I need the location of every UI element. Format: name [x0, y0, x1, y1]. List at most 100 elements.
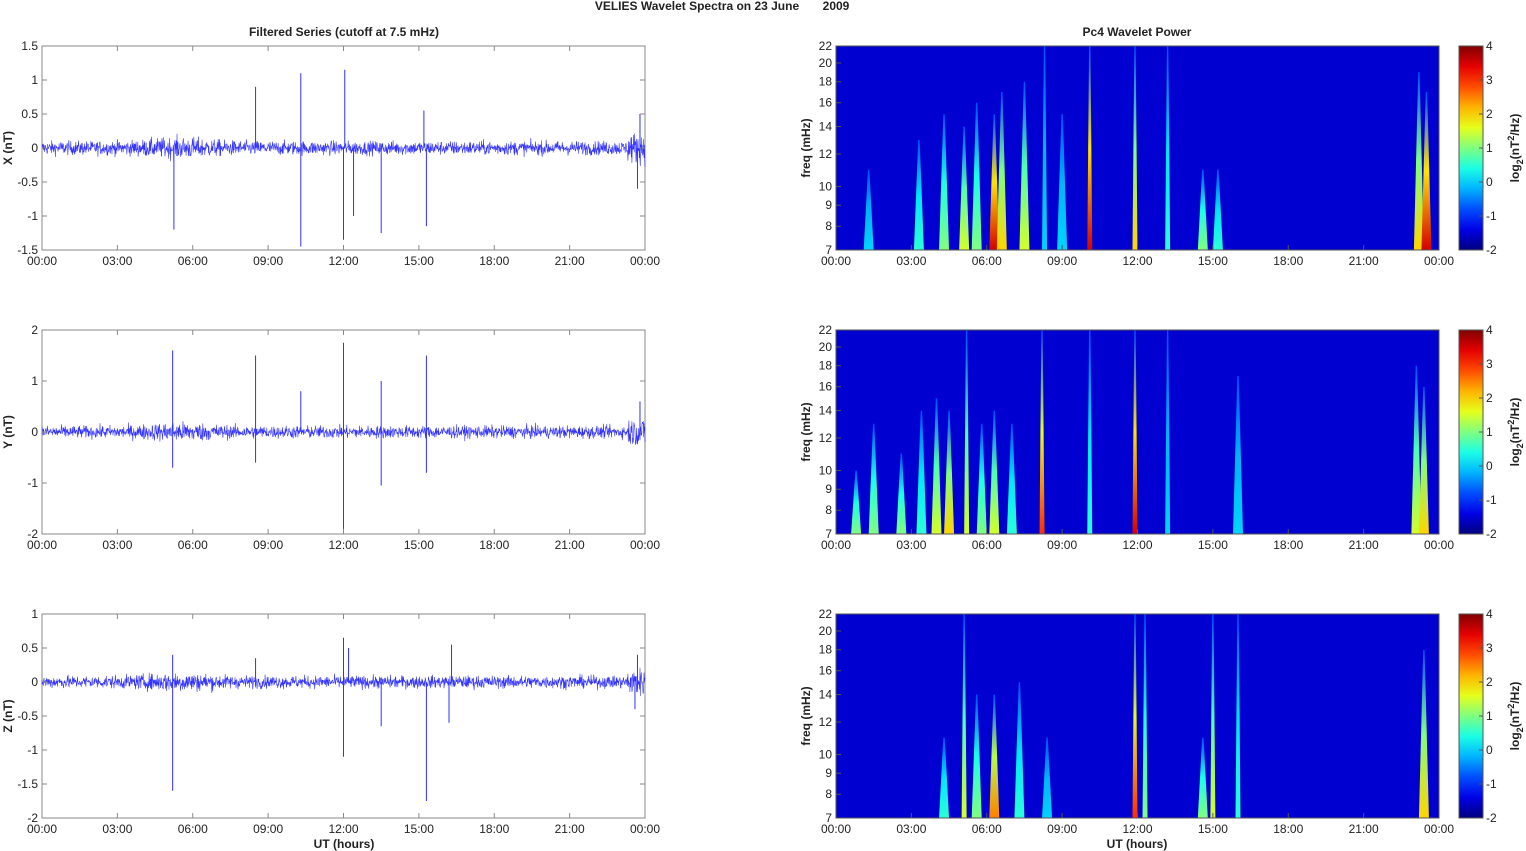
right-xlabel: UT (hours) [1107, 837, 1168, 851]
right-title: Pc4 Wavelet Power [1083, 25, 1192, 39]
x-tick-label: 18:00 [1273, 822, 1303, 836]
freq-tick-label: 14 [819, 688, 833, 702]
colorbar: -2 -1 0 1 2 3 4 log2(nT2/Hz) [1458, 607, 1525, 825]
x-tick-label: 21:00 [1349, 254, 1379, 268]
freq-axis-label: freq (mHz) [799, 118, 813, 177]
x-tick-label: 06:00 [178, 538, 208, 552]
freq-tick-label: 10 [819, 179, 833, 193]
x-tick-label: 00:00 [821, 822, 851, 836]
y-tick-label: -1.5 [17, 777, 38, 791]
spectrogram-x: 7891012141618202200:00 03:00 06:00 09:00 12:… [799, 39, 1454, 268]
y-tick-label: -0.5 [17, 709, 38, 723]
freq-tick-label: 20 [819, 624, 833, 638]
x-tick-label: 00:00 [27, 822, 57, 836]
x-tick-label: 12:00 [328, 822, 358, 836]
x-tick-label: 18:00 [1273, 254, 1303, 268]
x-tick-label: 00:00 [630, 538, 660, 552]
freq-axis-label: freq (mHz) [799, 686, 813, 745]
x-tick-label: 18:00 [479, 254, 509, 268]
x-tick-label: 06:00 [178, 254, 208, 268]
spectrogram-background [836, 46, 1439, 250]
colorbar-tick-label: 0 [1486, 743, 1493, 757]
timeseries-plot-x: -1.5-1-0.500.511.500:00 03:00 06:00 09:00 12… [1, 39, 660, 268]
colorbar-tick-label: -1 [1486, 777, 1497, 791]
x-tick-label: 00:00 [27, 254, 57, 268]
x-tick-label: 09:00 [253, 822, 283, 836]
x-tick-label: 00:00 [1424, 538, 1454, 552]
freq-tick-label: 12 [819, 147, 833, 161]
freq-tick-label: 10 [819, 747, 833, 761]
freq-tick-label: 16 [819, 664, 833, 678]
colorbar-tick-label: 2 [1486, 391, 1493, 405]
freq-tick-label: 12 [819, 431, 833, 445]
x-tick-label: 12:00 [1122, 822, 1152, 836]
x-tick-label: 03:00 [896, 822, 926, 836]
y-tick-label: 1 [31, 607, 38, 621]
colorbar-label: log2(nT2/Hz) [1506, 398, 1525, 467]
freq-tick-label: 9 [825, 766, 832, 780]
timeseries-plot-z: -2-1.5-1-0.500.5100:00 03:00 06:00 09:00 12:… [1, 607, 660, 836]
colorbar-tick-label: -1 [1486, 493, 1497, 507]
spectrogram-background [836, 614, 1439, 818]
x-tick-label: 15:00 [1198, 822, 1228, 836]
freq-tick-label: 14 [819, 404, 833, 418]
left-title: Filtered Series (cutoff at 7.5 mHz) [249, 25, 439, 39]
freq-tick-label: 22 [819, 607, 833, 621]
x-tick-label: 06:00 [972, 254, 1002, 268]
colorbar-tick-label: 1 [1486, 425, 1493, 439]
panel-y: -2-101200:00 03:00 06:00 09:00 12:00 15:00 18:… [1, 323, 1525, 552]
y-tick-label: 1 [31, 73, 38, 87]
freq-tick-label: 18 [819, 643, 833, 657]
x-tick-label: 15:00 [1198, 254, 1228, 268]
y-tick-label: 1 [31, 374, 38, 388]
y-tick-label: -1 [27, 476, 38, 490]
x-tick-label: 09:00 [1047, 538, 1077, 552]
x-tick-label: 15:00 [404, 538, 434, 552]
freq-tick-label: 9 [825, 482, 832, 496]
freq-tick-label: 22 [819, 323, 833, 337]
freq-axis-label: freq (mHz) [799, 402, 813, 461]
x-tick-label: 00:00 [1424, 254, 1454, 268]
colorbar: -2 -1 0 1 2 3 4 log2(nT2/Hz) [1458, 323, 1525, 541]
spectrogram-y: 7891012141618202200:00 03:00 06:00 09:00 12:… [799, 323, 1454, 552]
spectrogram-background [836, 330, 1439, 534]
freq-tick-label: 8 [825, 219, 832, 233]
freq-tick-label: 18 [819, 75, 833, 89]
x-tick-label: 09:00 [1047, 254, 1077, 268]
x-tick-label: 03:00 [102, 538, 132, 552]
x-tick-label: 15:00 [1198, 538, 1228, 552]
colorbar-tick-label: 1 [1486, 141, 1493, 155]
left-xlabel: UT (hours) [314, 837, 375, 851]
freq-tick-label: 20 [819, 56, 833, 70]
colorbar: -2 -1 0 1 2 3 4 log2(nT2/Hz) [1458, 39, 1525, 257]
y-tick-label: 0.5 [21, 107, 38, 121]
x-tick-label: 15:00 [404, 254, 434, 268]
colorbar-tick-label: 4 [1486, 323, 1493, 337]
x-tick-label: 18:00 [479, 538, 509, 552]
freq-tick-label: 9 [825, 198, 832, 212]
colorbar-tick-label: 2 [1486, 107, 1493, 121]
x-tick-label: 21:00 [555, 822, 585, 836]
figure: VELIES Wavelet Spectra on 23 June 2009 F… [1, 0, 1525, 851]
x-tick-label: 06:00 [178, 822, 208, 836]
freq-tick-label: 16 [819, 380, 833, 394]
freq-tick-label: 22 [819, 39, 833, 53]
x-tick-label: 06:00 [972, 538, 1002, 552]
freq-tick-label: 12 [819, 715, 833, 729]
x-tick-label: 21:00 [1349, 822, 1379, 836]
colorbar-label: log2(nT2/Hz) [1506, 114, 1525, 183]
x-tick-label: 09:00 [253, 254, 283, 268]
y-tick-label: 0.5 [21, 641, 38, 655]
timeseries-plot-y: -2-101200:00 03:00 06:00 09:00 12:00 15:00 18:… [1, 323, 660, 552]
colorbar-tick-label: -1 [1486, 209, 1497, 223]
colorbar-tick-label: 3 [1486, 73, 1493, 87]
colorbar-tick-label: 2 [1486, 675, 1493, 689]
x-tick-label: 21:00 [555, 538, 585, 552]
figure-title-year: 2009 [823, 0, 850, 13]
x-tick-label: 00:00 [630, 254, 660, 268]
x-tick-label: 03:00 [102, 822, 132, 836]
freq-tick-label: 10 [819, 463, 833, 477]
panel-x: -1.5-1-0.500.511.500:00 03:00 06:00 09:00 12… [1, 39, 1525, 268]
x-tick-label: 12:00 [1122, 538, 1152, 552]
figure-title: VELIES Wavelet Spectra on 23 June [595, 0, 800, 13]
